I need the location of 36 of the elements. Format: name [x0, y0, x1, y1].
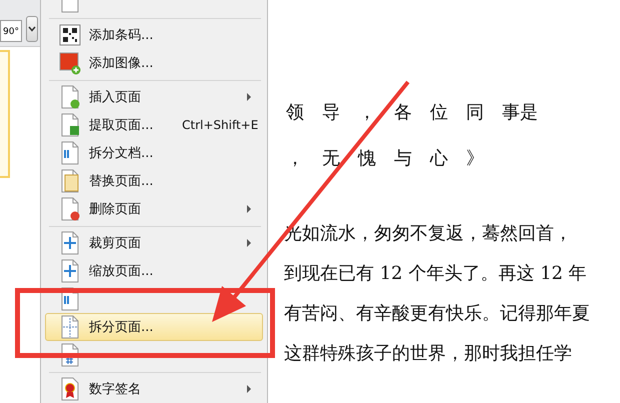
submenu-arrow-icon — [246, 93, 252, 101]
menu-item[interactable]: 缩放页面... — [45, 257, 263, 285]
document-text: 有苦闷、有辛酸更有快乐。记得那年夏 — [284, 302, 591, 326]
pages-stack-icon — [59, 169, 81, 193]
caret-icon — [28, 26, 36, 32]
menu-item[interactable]: 添加图像... — [45, 49, 263, 77]
image-icon — [59, 51, 81, 75]
menu-item[interactable]: 裁剪页面 — [45, 229, 263, 257]
document-text: 到现在已有 12 个年头了。再这 12 年 — [284, 262, 588, 286]
extract-page-icon — [59, 113, 81, 137]
menu-item[interactable]: 删除页面 — [45, 195, 263, 223]
menu-item[interactable]: 数字签名 — [45, 375, 263, 403]
certificate-icon — [59, 377, 81, 401]
menu-item[interactable]: 替换页面... — [45, 167, 263, 195]
page-thumbnail[interactable] — [0, 50, 10, 178]
qr-code-icon — [59, 23, 81, 47]
document-text: ， 无 愧 与 心 》 — [285, 147, 485, 171]
document-text: 这群特殊孩子的世界，那时我担任学 — [284, 342, 573, 366]
move-page-icon — [59, 259, 81, 283]
submenu-arrow-icon — [246, 239, 252, 247]
submenu-arrow-icon — [246, 205, 252, 213]
crop-page-icon — [59, 231, 81, 255]
submenu-arrow-icon — [246, 385, 252, 393]
insert-page-icon — [59, 85, 81, 109]
menu-item[interactable]: 拆分文档... — [45, 139, 263, 167]
delete-page-icon — [59, 197, 81, 221]
menu-item[interactable]: 拆分页面... — [45, 313, 263, 341]
split-document-icon — [59, 141, 81, 165]
menu-item[interactable]: 插入页面 — [45, 83, 263, 111]
shortcut-text: Ctrl+Shift+E — [182, 118, 258, 132]
menu-item[interactable]: 添加条码... — [45, 21, 263, 49]
rotate-field[interactable]: 90° — [0, 20, 22, 42]
split-page-icon — [59, 315, 81, 339]
document-text: 领 导 ， 各 位 同 事是 — [285, 101, 539, 125]
menu-item[interactable]: 提取页面... Ctrl+Shift+E — [45, 111, 263, 139]
dropdown-button[interactable] — [26, 16, 38, 42]
